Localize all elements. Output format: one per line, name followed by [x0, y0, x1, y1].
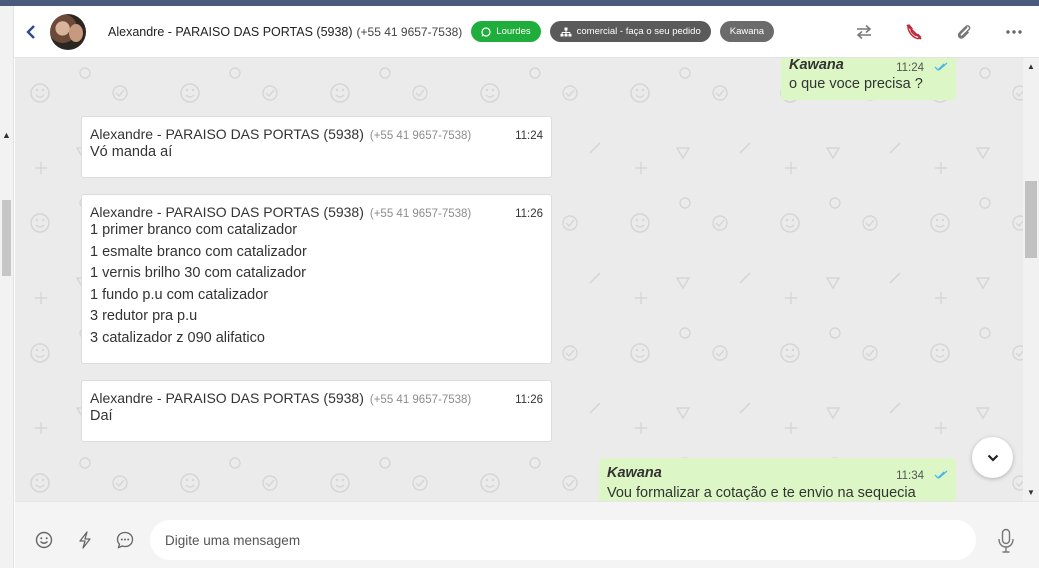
sitemap-icon	[560, 27, 572, 36]
microphone-icon	[998, 528, 1014, 553]
back-button[interactable]	[14, 6, 48, 58]
chat-bubble-button[interactable]	[116, 531, 134, 549]
end-call-button[interactable]	[889, 6, 939, 58]
header-actions	[839, 6, 1039, 58]
attach-icon	[957, 25, 971, 39]
message-text-line: 3 catalizador z 090 alifatico	[90, 329, 265, 346]
message-author: Alexandre - PARAISO DAS PORTAS (5938)	[90, 204, 364, 220]
scroll-thumb[interactable]	[2, 200, 11, 276]
whatsapp-icon	[481, 26, 491, 37]
message-time: 11:26	[515, 394, 543, 406]
tag-comercial[interactable]: comercial - faça o seu pedido	[549, 21, 711, 42]
left-scrollbar[interactable]: ▲	[0, 6, 14, 568]
microphone-button[interactable]	[997, 528, 1015, 559]
incoming-message[interactable]: Alexandre - PARAISO DAS PORTAS (5938) (+…	[81, 194, 552, 364]
transfer-button[interactable]	[839, 6, 889, 58]
message-sender: Kawana	[789, 58, 844, 73]
transfer-icon	[856, 24, 872, 40]
outgoing-message[interactable]: Kawana 11:34 Vou formalizar a cotação e …	[599, 458, 956, 501]
emoji-icon	[35, 531, 53, 549]
message-phone: (+55 41 9657-7538)	[369, 208, 472, 220]
attach-button[interactable]	[939, 6, 989, 58]
contact-avatar[interactable]	[50, 13, 86, 50]
message-text-line: 3 redutor pra p.u	[90, 308, 198, 325]
contact-phone: (+55 41 9657-7538)	[356, 24, 463, 39]
end-call-icon	[906, 23, 922, 40]
message-text: o que voce precisa ?	[789, 76, 923, 92]
message-list[interactable]: Kawana 11:24 o que voce precisa ? Alexan…	[15, 58, 1023, 501]
emoji-button[interactable]	[35, 531, 53, 549]
scroll-up-arrow[interactable]: ▲	[2, 130, 11, 140]
scroll-thumb[interactable]	[1025, 181, 1037, 258]
double-check-icon	[934, 470, 948, 479]
chevron-down-icon	[987, 454, 998, 462]
chevron-left-icon	[26, 24, 35, 39]
scroll-to-bottom-button[interactable]	[972, 437, 1013, 478]
more-icon	[1006, 30, 1022, 34]
quick-reply-button[interactable]	[76, 531, 94, 549]
message-time: 11:34	[896, 470, 924, 482]
scroll-down-arrow[interactable]: ▼	[1027, 488, 1035, 497]
message-author: Alexandre - PARAISO DAS PORTAS (5938)	[90, 126, 364, 142]
tag-label: Lourdes	[496, 26, 531, 37]
message-text-line: 1 vernis brilho 30 com catalizador	[90, 265, 306, 282]
tag-kawana[interactable]: Kawana	[719, 21, 775, 42]
message-text: Vou formalizar a cotação e te envio na s…	[607, 485, 916, 501]
scroll-up-arrow[interactable]: ▲	[1027, 62, 1035, 71]
message-time: 11:26	[515, 208, 543, 220]
message-text: Daí	[90, 408, 113, 424]
outgoing-message[interactable]: Kawana 11:24 o que voce precisa ?	[781, 58, 956, 100]
message-text-line: 1 fundo p.u com catalizador	[90, 286, 269, 303]
message-author: Alexandre - PARAISO DAS PORTAS (5938)	[90, 390, 364, 406]
message-time: 11:24	[896, 62, 924, 74]
message-text: Vó manda aí	[90, 144, 173, 160]
message-composer	[15, 501, 1039, 568]
more-options-button[interactable]	[989, 6, 1039, 58]
message-phone: (+55 41 9657-7538)	[369, 130, 472, 142]
tag-label: Kawana	[729, 26, 765, 37]
message-text-line: 1 primer branco com catalizador	[90, 222, 298, 238]
contact-name: Alexandre - PARAISO DAS PORTAS (5938)	[108, 24, 353, 39]
chat-header: Alexandre - PARAISO DAS PORTAS (5938) (+…	[14, 6, 1039, 58]
tag-label: comercial - faça o seu pedido	[576, 26, 701, 37]
incoming-message[interactable]: Alexandre - PARAISO DAS PORTAS (5938) (+…	[81, 116, 552, 178]
message-phone: (+55 41 9657-7538)	[369, 394, 472, 406]
message-time: 11:24	[515, 130, 543, 142]
incoming-message[interactable]: Alexandre - PARAISO DAS PORTAS (5938) (+…	[81, 380, 552, 442]
chat-scrollbar[interactable]: ▲ ▼	[1023, 58, 1039, 501]
message-text-line: 1 esmalte branco com catalizador	[90, 243, 307, 260]
double-check-icon	[934, 62, 948, 71]
quick-reply-icon	[79, 531, 91, 549]
tag-lourdes[interactable]: Lourdes	[471, 21, 541, 42]
chat-bubble-icon	[116, 531, 134, 549]
message-input[interactable]	[150, 520, 976, 560]
